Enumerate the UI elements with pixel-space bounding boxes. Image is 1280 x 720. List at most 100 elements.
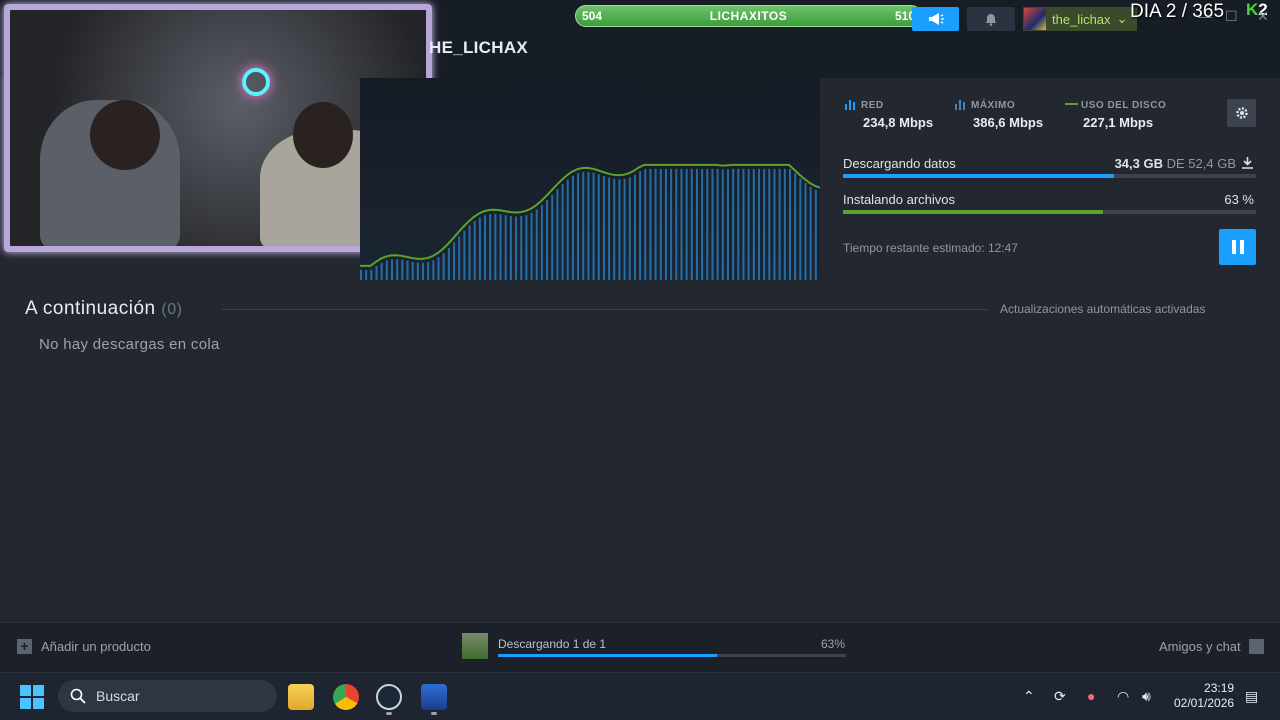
windows-logo-tile — [20, 685, 31, 696]
graph-bar — [783, 168, 786, 280]
graph-bar — [618, 179, 621, 280]
microphone-icon[interactable]: ● — [1087, 688, 1095, 704]
ring-light — [242, 68, 270, 96]
bars-icon — [845, 98, 857, 113]
file-explorer-icon[interactable] — [288, 684, 314, 710]
notifications-button[interactable] — [967, 7, 1015, 31]
bandwidth-graph — [360, 78, 820, 280]
graph-bar — [422, 262, 425, 280]
graph-bar — [561, 183, 564, 280]
graph-bar — [556, 189, 559, 280]
graph-bar — [566, 179, 569, 280]
windows-logo-tile — [33, 685, 44, 696]
graph-bar — [380, 262, 383, 280]
add-product-button[interactable]: + Añadir un producto — [17, 639, 151, 654]
graph-bar — [742, 168, 745, 280]
graph-bar — [799, 178, 802, 280]
graph-bar — [432, 260, 435, 280]
notification-center-icon[interactable]: ▤ — [1245, 688, 1258, 705]
download-track — [843, 174, 1256, 178]
friends-label: Amigos y chat — [1159, 639, 1241, 654]
peak-label: MÁXIMO — [971, 100, 1016, 111]
queue-title-text: A continuación — [25, 298, 156, 319]
graph-bar — [447, 248, 450, 280]
graph-bar — [654, 168, 657, 280]
bell-icon — [986, 13, 996, 26]
downloads-status[interactable]: Descargando 1 de 1 — [498, 637, 606, 651]
chevron-down-icon: ⌄ — [1116, 11, 1128, 26]
sync-icon[interactable]: ⟳ — [1054, 688, 1066, 705]
graph-bar — [664, 168, 667, 280]
queue-title: A continuación (0) — [25, 298, 182, 320]
graph-bar — [608, 177, 611, 280]
graph-bar — [757, 168, 760, 280]
graph-bar — [546, 200, 549, 280]
windows-logo-tile — [20, 698, 31, 709]
download-size: 34,3 GB DE 52,4 GB — [1115, 156, 1236, 171]
graph-bar — [644, 168, 647, 280]
downloads-fill — [498, 654, 718, 657]
graph-bar — [763, 168, 766, 280]
clock[interactable]: 23:19 02/01/2026 — [1174, 681, 1234, 711]
graph-bar — [437, 257, 440, 280]
pause-button[interactable] — [1219, 229, 1256, 265]
graph-bar — [473, 220, 476, 280]
maximize-button[interactable]: ☐ — [1225, 8, 1238, 25]
graph-bar — [768, 168, 771, 280]
divider — [222, 309, 988, 310]
install-fill — [843, 210, 1104, 214]
queue-count: (0) — [161, 301, 183, 318]
graph-bar — [628, 177, 631, 280]
game-thumbnail[interactable] — [462, 633, 488, 659]
bandwidth-graph-svg — [360, 163, 820, 280]
graph-bar — [520, 216, 523, 280]
graph-bar — [401, 259, 404, 280]
graph-bar — [695, 168, 698, 280]
install-track — [843, 210, 1256, 214]
installing-label: Instalando archivos — [843, 192, 956, 207]
announcements-button[interactable] — [912, 7, 959, 31]
graph-bar — [804, 183, 807, 280]
graph-bar — [406, 260, 409, 280]
graph-bar — [396, 259, 399, 280]
graph-bar — [478, 217, 481, 280]
graph-bar — [571, 175, 574, 280]
chrome-icon[interactable] — [333, 684, 359, 710]
graph-bar — [592, 172, 595, 280]
graph-bar — [675, 168, 678, 280]
game-app-icon[interactable] — [421, 684, 447, 710]
disk-value: 227,1 Mbps — [1083, 115, 1154, 130]
wifi-icon[interactable]: ◠ — [1117, 688, 1129, 705]
stat-peak: MÁXIMO 386,6 Mbps — [953, 100, 1043, 130]
taskbar-search[interactable]: Buscar — [58, 680, 277, 712]
close-button[interactable]: ✕ — [1257, 8, 1269, 25]
graph-bar — [587, 171, 590, 280]
graph-bar — [365, 269, 368, 280]
minimize-button[interactable]: — — [1198, 8, 1212, 24]
graph-bar — [489, 214, 492, 280]
chevron-up-icon[interactable]: ⌃ — [1023, 688, 1035, 705]
windows-logo-tile — [33, 698, 44, 709]
volume-icon[interactable]: 🔊︎ — [1142, 688, 1151, 705]
graph-bar — [613, 178, 616, 280]
start-button[interactable] — [20, 685, 44, 709]
user-menu-button[interactable]: the_lichax ⌄ — [1023, 7, 1137, 31]
xp-left: 504 — [582, 9, 603, 23]
graph-bar — [670, 168, 673, 280]
xp-bar: 504 LICHAXITOS 510 — [575, 5, 922, 27]
graph-bar — [509, 215, 512, 280]
plus-icon: + — [17, 639, 32, 654]
friends-chat-button[interactable]: Amigos y chat — [1159, 639, 1264, 654]
settings-button[interactable] — [1227, 99, 1256, 127]
graph-bar — [540, 205, 543, 280]
friends-icon — [1248, 639, 1264, 654]
graph-bar — [463, 230, 466, 280]
auto-updates-label[interactable]: Actualizaciones automáticas activadas — [1000, 302, 1205, 316]
graph-bar — [809, 186, 812, 280]
graph-bar — [711, 168, 714, 280]
steam-icon[interactable] — [376, 684, 402, 710]
running-indicator — [431, 712, 437, 715]
graph-bar — [680, 168, 683, 280]
graph-bar — [814, 189, 817, 280]
graph-bar — [525, 215, 528, 280]
